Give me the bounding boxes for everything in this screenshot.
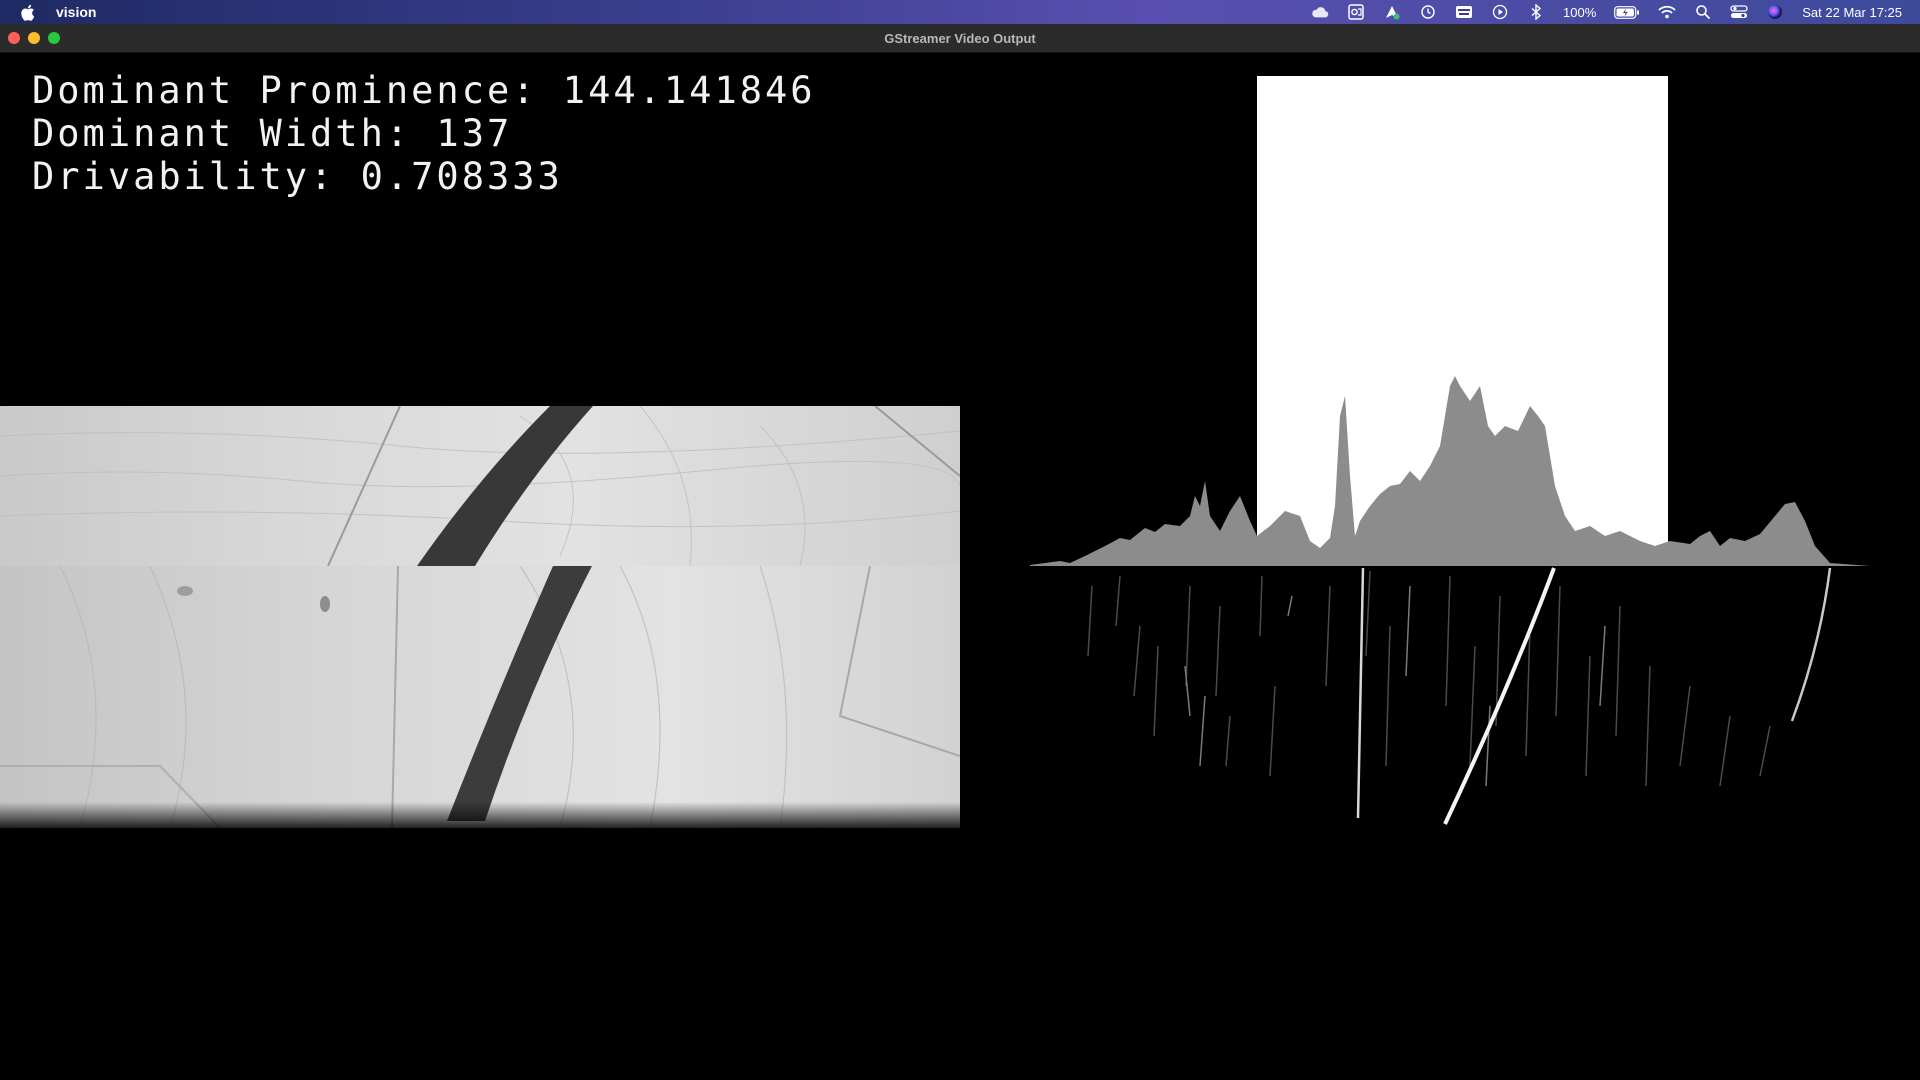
video-output-canvas: Dominant Prominence: 144.141846 Dominant… xyxy=(0,53,1920,1080)
control-center-icon[interactable] xyxy=(1730,4,1748,20)
gstreamer-window: GStreamer Video Output Dominant Prominen… xyxy=(0,24,1920,1080)
bluetooth-icon[interactable] xyxy=(1527,4,1545,20)
maximize-window-button[interactable] xyxy=(48,32,60,44)
menu-bar: vision 100% Sat 22 Mar 17:25 xyxy=(0,0,1920,24)
dominant-prominence-text: Dominant Prominence: 144.141846 xyxy=(32,69,816,112)
time-machine-icon[interactable] xyxy=(1419,4,1437,20)
vpn-icon[interactable] xyxy=(1383,4,1401,20)
camera-frame-image xyxy=(0,406,960,566)
column-histogram xyxy=(1030,76,1870,566)
warped-road-image xyxy=(0,566,960,828)
battery-percentage: 100% xyxy=(1563,4,1597,20)
drivability-text: Drivability: 0.708333 xyxy=(32,155,563,198)
edge-detection-image xyxy=(1030,566,1870,828)
app-menu-name[interactable]: vision xyxy=(56,4,96,20)
outlook-icon[interactable] xyxy=(1347,4,1365,20)
battery-icon[interactable] xyxy=(1614,4,1640,20)
window-title: GStreamer Video Output xyxy=(884,30,1036,46)
keyboard-icon[interactable] xyxy=(1455,4,1473,20)
icloud-icon[interactable] xyxy=(1311,4,1329,20)
play-icon[interactable] xyxy=(1491,4,1509,20)
histogram-profile xyxy=(1030,376,1870,566)
menubar-clock[interactable]: Sat 22 Mar 17:25 xyxy=(1802,5,1902,20)
window-titlebar[interactable]: GStreamer Video Output xyxy=(0,24,1920,53)
minimize-window-button[interactable] xyxy=(28,32,40,44)
wifi-icon[interactable] xyxy=(1658,4,1676,20)
close-window-button[interactable] xyxy=(8,32,20,44)
apple-icon[interactable] xyxy=(20,4,38,21)
spotlight-icon[interactable] xyxy=(1694,4,1712,20)
siri-icon[interactable] xyxy=(1766,4,1784,20)
dominant-width-text: Dominant Width: 137 xyxy=(32,112,513,155)
